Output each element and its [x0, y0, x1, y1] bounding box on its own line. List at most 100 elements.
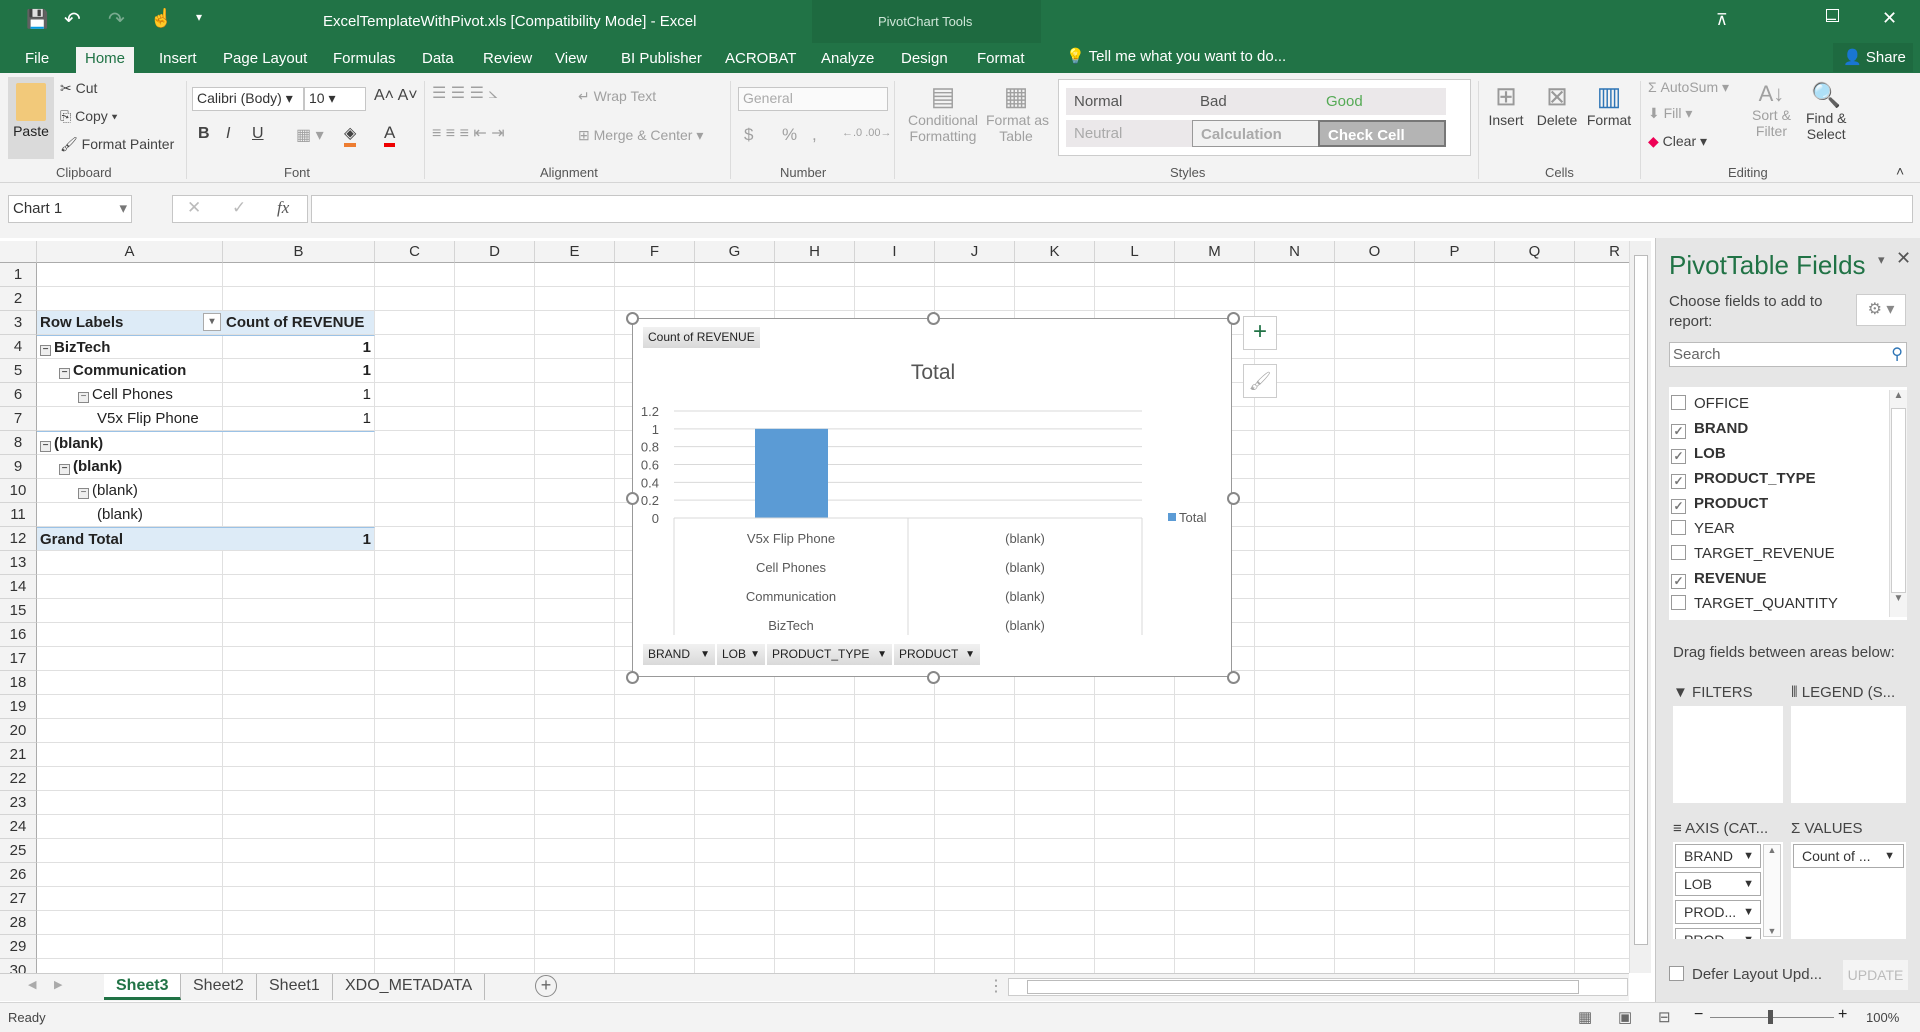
cell[interactable] [223, 623, 375, 647]
defer-layout-checkbox[interactable]: Defer Layout Upd... [1669, 966, 1822, 983]
bold-button[interactable]: B [198, 125, 210, 143]
row-header-29[interactable]: 29 [0, 935, 37, 959]
row-header-7[interactable]: 7 [0, 407, 37, 431]
field-list-scrollbar[interactable]: ▲ ▼ [1889, 390, 1907, 617]
cell[interactable] [775, 743, 855, 767]
row-header-16[interactable]: 16 [0, 623, 37, 647]
cell[interactable] [1175, 839, 1255, 863]
pivot-value[interactable] [223, 503, 375, 527]
cell[interactable] [1255, 791, 1335, 815]
sheet-tab-xdo_metadata[interactable]: XDO_METADATA [333, 974, 486, 1000]
cell[interactable] [1255, 407, 1335, 431]
cell[interactable] [455, 647, 535, 671]
cell[interactable] [1335, 839, 1415, 863]
cell[interactable] [455, 911, 535, 935]
tab-file[interactable]: File [16, 47, 58, 73]
tab-home[interactable]: Home [76, 47, 135, 73]
pivot-row-label[interactable]: Grand Total [37, 527, 223, 551]
cell[interactable] [223, 263, 375, 287]
pivot-row-label[interactable]: − Cell Phones [37, 383, 223, 407]
cell[interactable] [455, 863, 535, 887]
percent-button[interactable]: % [782, 125, 797, 145]
cell[interactable] [1575, 407, 1629, 431]
cell[interactable] [1575, 623, 1629, 647]
cell[interactable] [1495, 527, 1575, 551]
cell[interactable] [1415, 911, 1495, 935]
cell[interactable] [1335, 503, 1415, 527]
cell[interactable] [1415, 311, 1495, 335]
customize-qat-icon[interactable]: ▾ [196, 10, 202, 24]
cell[interactable] [855, 719, 935, 743]
cell[interactable] [935, 911, 1015, 935]
scroll-sheets-right-icon[interactable]: ▶ [54, 978, 62, 991]
cell[interactable] [455, 527, 535, 551]
cell[interactable] [375, 959, 455, 973]
cell[interactable] [1175, 791, 1255, 815]
cell[interactable] [775, 695, 855, 719]
cell[interactable] [1015, 719, 1095, 743]
pivot-row-label[interactable]: − (blank) [37, 479, 223, 503]
cell[interactable] [1495, 695, 1575, 719]
cell[interactable] [455, 935, 535, 959]
cell[interactable] [375, 815, 455, 839]
cell[interactable] [1495, 479, 1575, 503]
cell[interactable] [375, 575, 455, 599]
row-header-14[interactable]: 14 [0, 575, 37, 599]
font-name-select[interactable]: Calibri (Body) ▾ [192, 87, 304, 111]
cell[interactable] [535, 287, 615, 311]
cell[interactable] [223, 671, 375, 695]
pivot-row-label[interactable]: V5x Flip Phone [37, 407, 223, 431]
cell[interactable] [1495, 647, 1575, 671]
cell[interactable] [1495, 671, 1575, 695]
row-header-6[interactable]: 6 [0, 383, 37, 407]
cell[interactable] [775, 815, 855, 839]
cell[interactable] [1255, 959, 1335, 973]
field-checkbox[interactable] [1671, 595, 1686, 610]
cell[interactable] [615, 863, 695, 887]
cell[interactable] [935, 791, 1015, 815]
value-header[interactable]: Count of REVENUE [223, 311, 375, 335]
row-header-5[interactable]: 5 [0, 359, 37, 383]
dropdown-arrow-icon[interactable]: ▼ [1743, 873, 1754, 895]
cell[interactable] [1015, 959, 1095, 973]
row-header-3[interactable]: 3 [0, 311, 37, 335]
cell[interactable] [535, 263, 615, 287]
cell[interactable] [775, 887, 855, 911]
cell[interactable] [1255, 479, 1335, 503]
cell[interactable] [37, 695, 223, 719]
clear-button[interactable]: ◆ Clear ▾ [1648, 133, 1707, 150]
row-header-23[interactable]: 23 [0, 791, 37, 815]
cell[interactable] [1415, 575, 1495, 599]
axis-item[interactable]: PROD... ▼ [1675, 900, 1761, 924]
cell[interactable] [223, 911, 375, 935]
cell[interactable] [1575, 383, 1629, 407]
cell[interactable] [1415, 863, 1495, 887]
cell[interactable] [1495, 935, 1575, 959]
cell[interactable] [775, 959, 855, 973]
cell[interactable] [775, 791, 855, 815]
horizontal-align-icons[interactable]: ≡ ≡ ≡ ⇤ ⇥ [432, 123, 505, 143]
cell[interactable] [695, 767, 775, 791]
cell[interactable] [1015, 815, 1095, 839]
cell[interactable] [1495, 719, 1575, 743]
cell[interactable] [1335, 911, 1415, 935]
cell[interactable] [1335, 383, 1415, 407]
cell[interactable] [375, 407, 455, 431]
column-header-D[interactable]: D [455, 241, 535, 263]
cell[interactable] [37, 935, 223, 959]
row-header-4[interactable]: 4 [0, 335, 37, 359]
ribbon-display-icon[interactable]: ⊼ [1716, 10, 1728, 30]
field-checkbox[interactable]: ✓ [1671, 499, 1686, 514]
cell[interactable] [935, 935, 1015, 959]
row-header-11[interactable]: 11 [0, 503, 37, 527]
cell[interactable] [455, 335, 535, 359]
cell[interactable] [935, 959, 1015, 973]
cell[interactable] [535, 935, 615, 959]
cell[interactable] [535, 527, 615, 551]
cell[interactable] [1255, 671, 1335, 695]
name-box[interactable]: Chart 1 ▾ [8, 195, 132, 223]
cell[interactable] [455, 407, 535, 431]
pivot-value[interactable]: 1 [223, 407, 375, 431]
currency-button[interactable]: $ [744, 125, 753, 145]
cell[interactable] [1175, 887, 1255, 911]
